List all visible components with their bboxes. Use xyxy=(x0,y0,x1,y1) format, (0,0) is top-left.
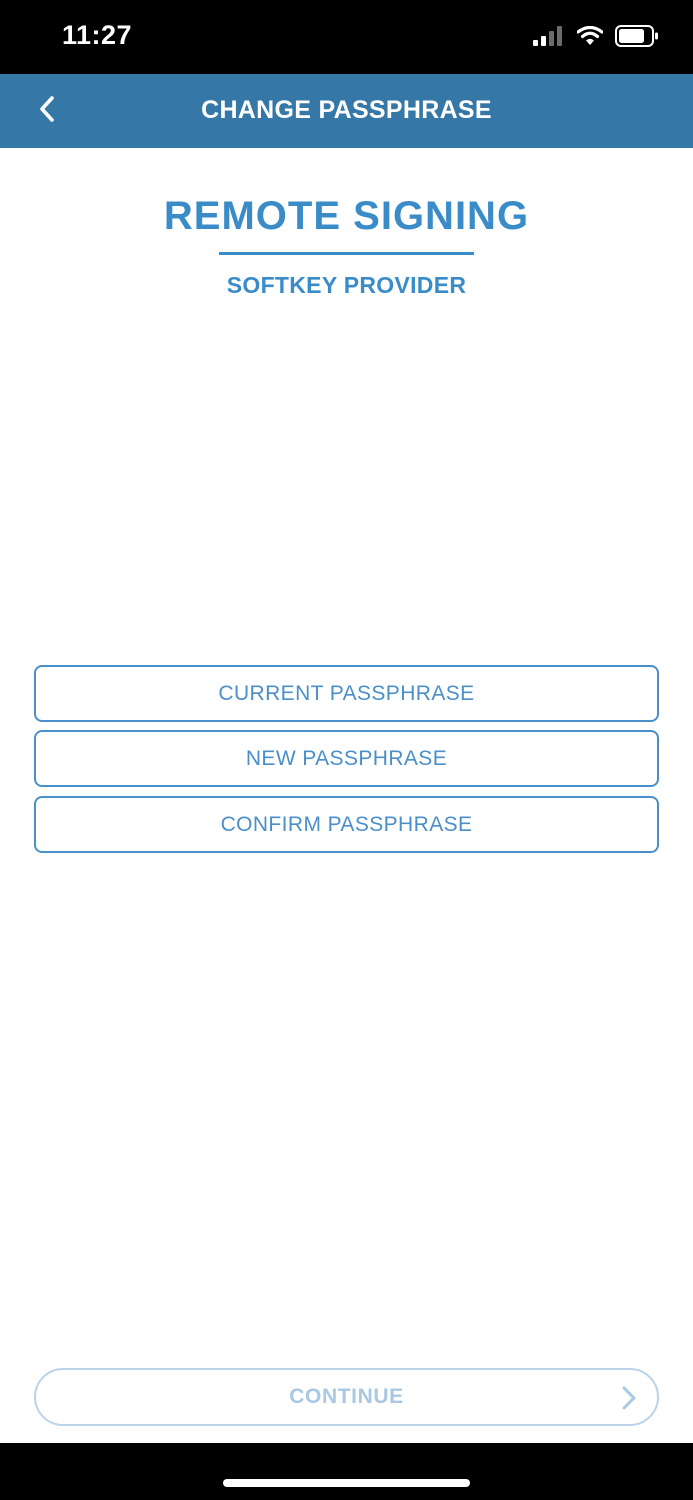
change-passphrase-screen: 11:27 CHANGE PASSPHRASE REMOTE SIGNING S… xyxy=(0,0,693,1500)
continue-button[interactable]: CONTINUE xyxy=(34,1368,659,1426)
status-time: 11:27 xyxy=(62,20,133,50)
confirm-passphrase-placeholder: CONFIRM PASSPHRASE xyxy=(220,812,473,836)
nav-bar: CHANGE PASSPHRASE xyxy=(0,74,693,148)
brand-title: REMOTE SIGNING xyxy=(163,194,530,238)
chevron-right-icon xyxy=(621,1385,637,1411)
status-icons xyxy=(533,24,659,52)
cellular-signal-icon xyxy=(533,25,565,51)
page-title: CHANGE PASSPHRASE xyxy=(201,96,492,124)
confirm-passphrase-field[interactable]: CONFIRM PASSPHRASE xyxy=(34,796,659,853)
new-passphrase-field[interactable]: NEW PASSPHRASE xyxy=(34,730,659,787)
battery-icon xyxy=(615,24,659,52)
current-passphrase-field[interactable]: CURRENT PASSPHRASE xyxy=(34,665,659,722)
wifi-icon xyxy=(576,25,604,51)
home-indicator[interactable] xyxy=(223,1479,470,1487)
brand-divider xyxy=(219,252,474,255)
continue-label: CONTINUE xyxy=(289,1385,404,1408)
new-passphrase-placeholder: NEW PASSPHRASE xyxy=(245,746,448,770)
brand-subtitle: SOFTKEY PROVIDER xyxy=(226,272,467,298)
current-passphrase-placeholder: CURRENT PASSPHRASE xyxy=(218,681,475,705)
status-bar: 11:27 xyxy=(0,0,693,74)
home-indicator-area xyxy=(0,1443,693,1500)
